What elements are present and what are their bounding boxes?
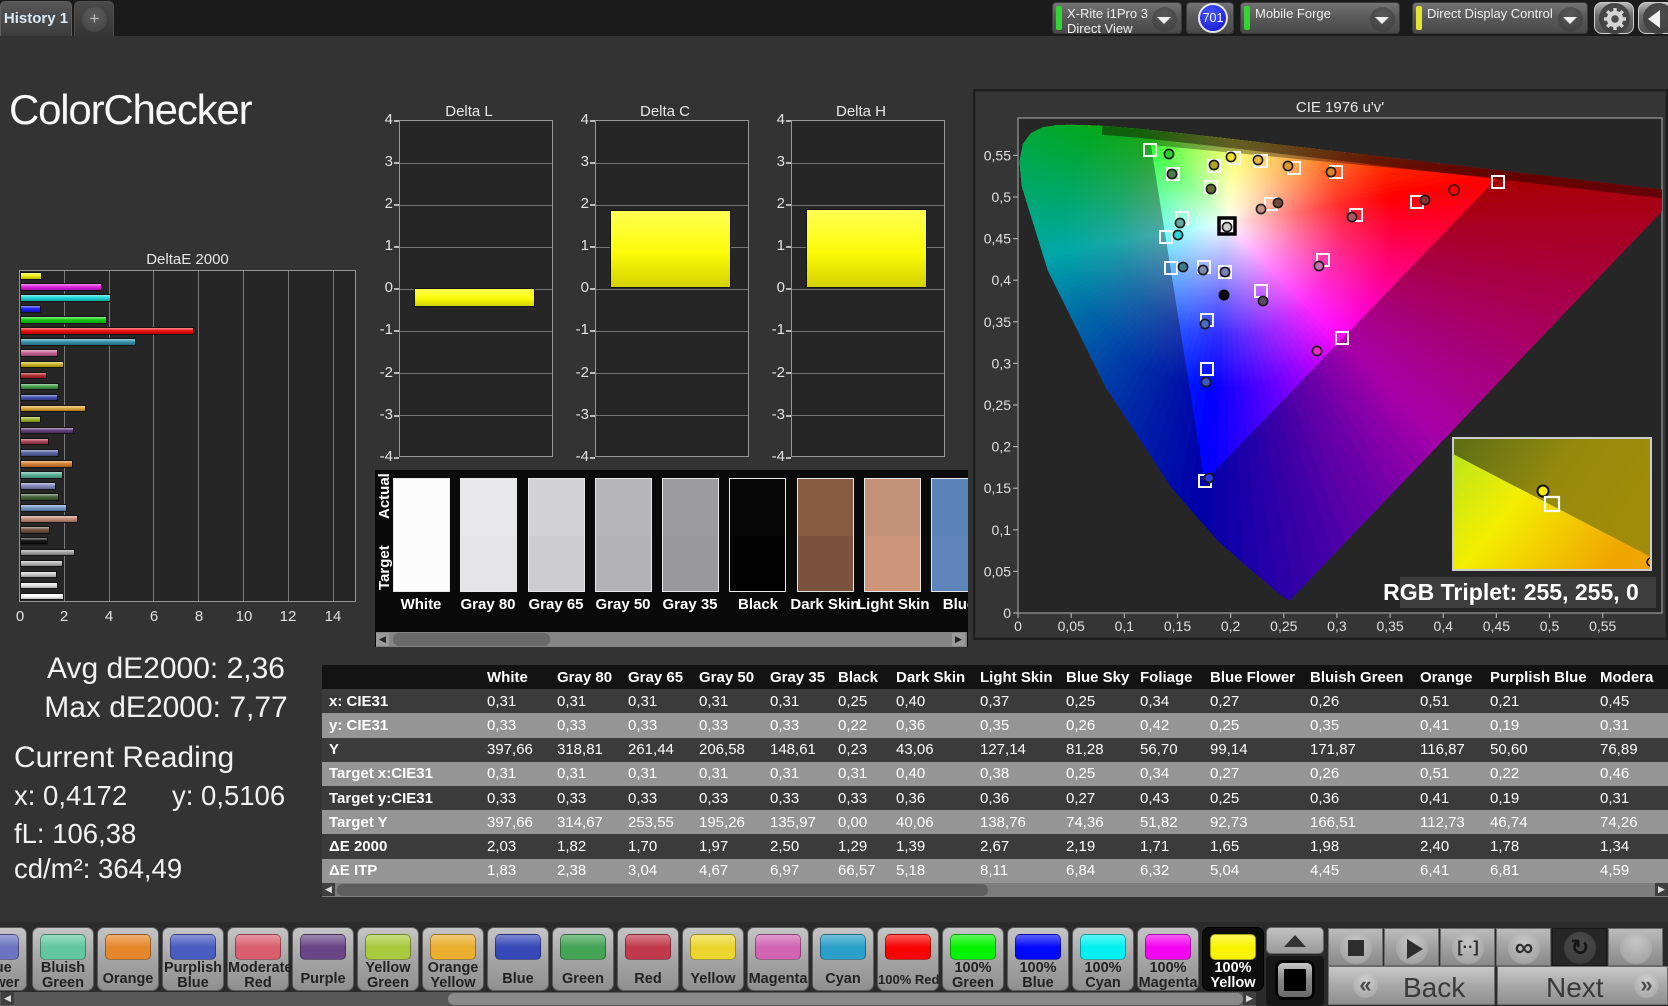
svg-text:0,15: 0,15 [1164, 618, 1191, 634]
svg-text:0,5: 0,5 [1540, 618, 1560, 634]
svg-text:0,55: 0,55 [1589, 618, 1616, 634]
svg-text:0,3: 0,3 [1327, 618, 1347, 634]
svg-text:0,2: 0,2 [992, 439, 1012, 455]
svg-text:0,4: 0,4 [1433, 618, 1453, 634]
svg-text:0,5: 0,5 [992, 189, 1012, 205]
svg-text:0,05: 0,05 [1058, 618, 1085, 634]
svg-text:0,35: 0,35 [984, 314, 1011, 330]
svg-text:CIE 1976 u'v': CIE 1976 u'v' [1296, 99, 1384, 116]
svg-text:0,45: 0,45 [1483, 618, 1510, 634]
svg-text:0,4: 0,4 [992, 272, 1012, 288]
svg-text:0,25: 0,25 [1270, 618, 1297, 634]
svg-text:0,15: 0,15 [984, 480, 1011, 496]
svg-text:0,05: 0,05 [984, 563, 1011, 579]
svg-text:0,45: 0,45 [984, 231, 1011, 247]
svg-text:0,1: 0,1 [992, 522, 1012, 538]
svg-text:0,25: 0,25 [984, 397, 1011, 413]
svg-text:0,3: 0,3 [992, 355, 1012, 371]
svg-text:0: 0 [1014, 618, 1022, 634]
svg-text:0,55: 0,55 [984, 147, 1011, 163]
svg-text:0,1: 0,1 [1115, 618, 1135, 634]
svg-text:0: 0 [1003, 605, 1011, 621]
svg-text:0,35: 0,35 [1376, 618, 1403, 634]
svg-text:0,2: 0,2 [1221, 618, 1241, 634]
svg-text:RGB Triplet: 255, 255, 0: RGB Triplet: 255, 255, 0 [1383, 579, 1639, 605]
